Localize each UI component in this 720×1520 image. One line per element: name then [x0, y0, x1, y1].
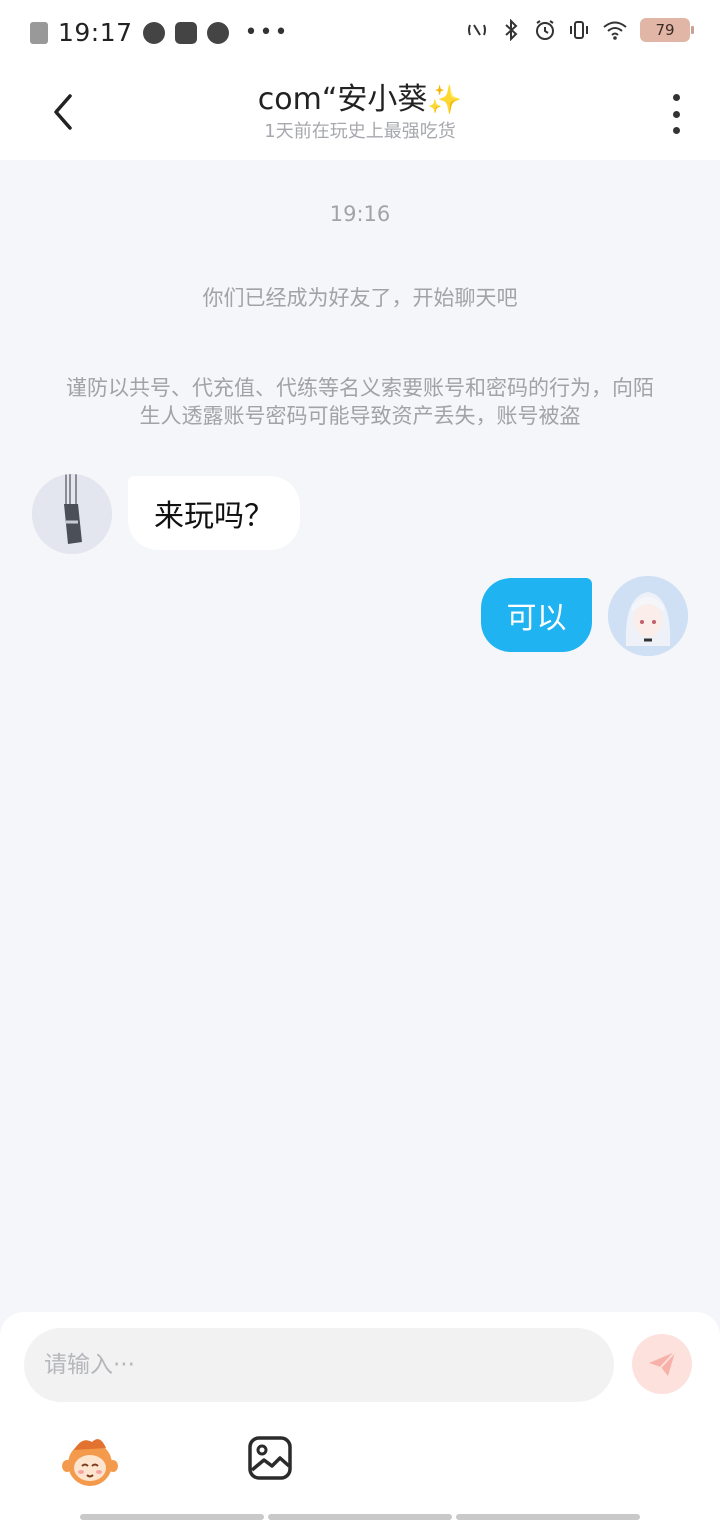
message-input[interactable] — [24, 1328, 614, 1402]
status-bar-right: 79 — [466, 18, 694, 42]
message-bubble-received[interactable]: 来玩吗？ — [128, 476, 300, 550]
my-avatar-image — [608, 576, 688, 656]
send-paper-plane-icon — [649, 1351, 676, 1376]
sparkle-icon: ✨ — [427, 83, 463, 116]
status-bar: 19:17 ••• 79 — [0, 0, 720, 64]
my-avatar[interactable] — [608, 576, 688, 656]
contact-avatar-image — [32, 474, 112, 554]
contact-avatar[interactable] — [32, 474, 112, 554]
sim-off-icon — [30, 21, 48, 44]
alarm-icon — [536, 20, 554, 40]
voice-icon — [206, 21, 229, 44]
emoji-sticker-button[interactable] — [60, 1432, 120, 1492]
nav-segment — [80, 1514, 264, 1520]
message-bubble-sent[interactable]: 可以 — [481, 578, 592, 652]
status-bar-left: 19:17 ••• — [30, 18, 289, 47]
nav-segment — [456, 1514, 640, 1520]
moon-icon — [142, 21, 165, 44]
nfc-icon — [468, 24, 486, 36]
title-block: com“安小葵✨ 1天前在玩史上最强吃货 — [160, 80, 560, 144]
page-title: com“安小葵✨ — [160, 80, 560, 120]
image-picker-icon — [248, 1436, 292, 1480]
wifi-icon — [603, 21, 627, 40]
back-arrow-icon — [54, 94, 72, 130]
chat-timestamp: 19:16 — [329, 202, 391, 226]
more-vertical-icon — [672, 94, 680, 101]
nav-segment — [268, 1514, 452, 1520]
input-area — [0, 1312, 720, 1520]
image-picker-button[interactable] — [246, 1434, 294, 1482]
contact-status: 1天前在玩史上最强吃货 — [264, 121, 456, 142]
gesture-navigation-bar[interactable] — [80, 1514, 640, 1520]
chat-header: com“安小葵✨ 1天前在玩史上最强吃货 — [0, 64, 720, 160]
emoji-sticker-icon — [62, 1439, 118, 1486]
more-options-button[interactable] — [668, 94, 684, 134]
card-icon — [174, 21, 197, 44]
vibrate-icon — [570, 21, 588, 39]
battery-icon: 79 — [640, 18, 694, 42]
send-button[interactable] — [632, 1334, 692, 1394]
status-time: 19:17 — [58, 18, 133, 47]
more-notifications-icon: ••• — [244, 20, 290, 45]
back-button[interactable] — [44, 92, 84, 132]
security-warning: 谨防以共号、代充值、代练等名义索要账号和密码的行为，向陌生人透露账号密码可能导致… — [66, 376, 654, 428]
more-vertical-icon-dot — [672, 110, 680, 118]
chat-area[interactable]: 19:16 你们已经成为好友了，开始聊天吧 谨防以共号、代充值、代练等名义索要账… — [0, 160, 720, 1310]
contact-name: com“安小葵 — [257, 82, 428, 117]
more-vertical-icon-dot — [672, 127, 680, 134]
system-message: 你们已经成为好友了，开始聊天吧 — [202, 286, 518, 310]
bluetooth-icon — [505, 19, 518, 41]
